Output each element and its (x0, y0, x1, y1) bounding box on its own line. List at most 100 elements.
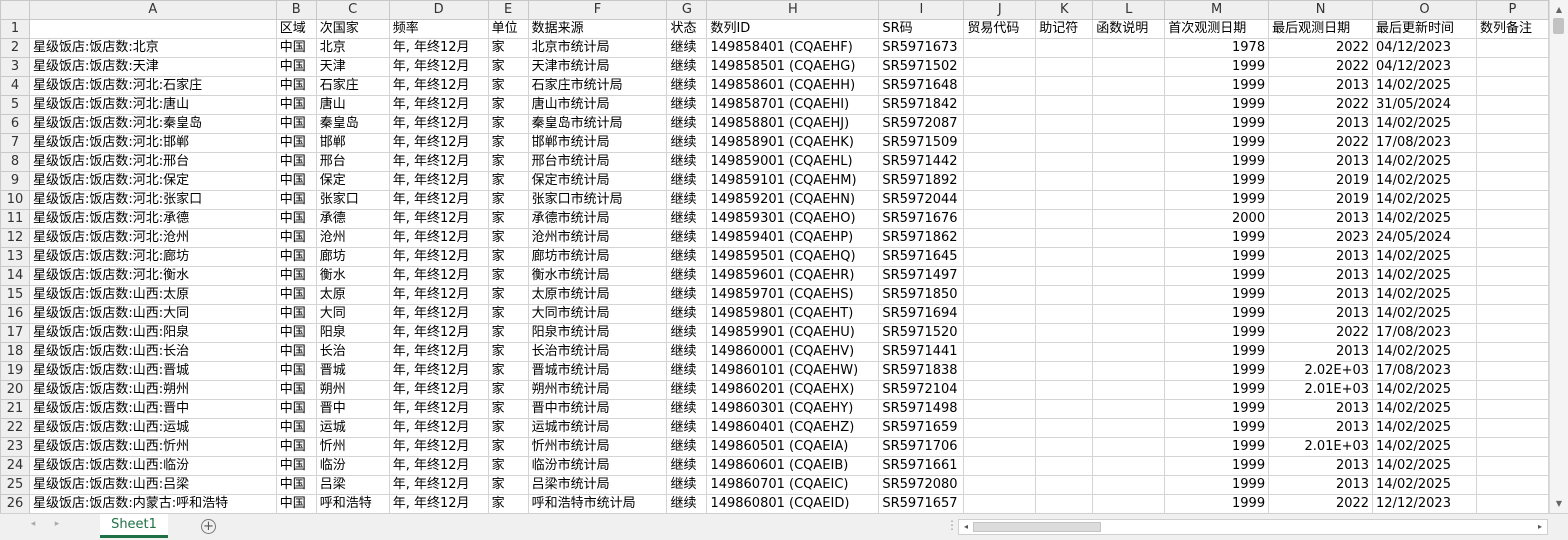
cell[interactable]: 继续 (666, 399, 708, 419)
cell[interactable]: 家 (487, 152, 529, 172)
cell[interactable]: 邯郸市统计局 (527, 133, 668, 153)
cell[interactable]: 中国 (275, 266, 317, 286)
cell[interactable]: 04/12/2023 (1372, 38, 1477, 58)
cell[interactable]: 星级饭店:饭店数:山西:晋城 (28, 361, 277, 381)
cell[interactable]: 家 (487, 285, 529, 305)
cell[interactable] (1035, 228, 1094, 248)
cell[interactable]: SR5971659 (878, 418, 965, 438)
cell[interactable]: 1999 (1164, 285, 1270, 305)
cell[interactable]: 149859701 (CQAEHS) (706, 285, 880, 305)
cell[interactable]: 继续 (666, 285, 708, 305)
cell[interactable]: SR5971892 (878, 171, 965, 191)
cell[interactable]: 149860101 (CQAEHW) (706, 361, 880, 381)
column-header-e[interactable]: E (487, 0, 529, 20)
cell[interactable]: 14/02/2025 (1372, 399, 1477, 419)
cell[interactable]: 年, 年终12月 (388, 38, 489, 58)
cell[interactable]: SR5971706 (878, 437, 965, 457)
cell[interactable]: 年, 年终12月 (388, 114, 489, 134)
row-header[interactable]: 26 (0, 494, 30, 513)
cell[interactable]: 衡水 (315, 266, 390, 286)
cell[interactable] (1035, 475, 1094, 495)
header-cell[interactable]: 贸易代码 (963, 19, 1037, 39)
cell[interactable] (1475, 418, 1549, 438)
cell[interactable]: 1999 (1164, 95, 1270, 115)
cell[interactable]: 晋城市统计局 (527, 361, 668, 381)
cell[interactable]: 家 (487, 228, 529, 248)
cell[interactable]: 星级饭店:饭店数:河北:邯郸 (28, 133, 277, 153)
cell[interactable]: 1999 (1164, 152, 1270, 172)
cell[interactable] (1035, 95, 1094, 115)
cell[interactable] (1035, 38, 1094, 58)
cell[interactable]: 2022 (1268, 95, 1374, 115)
cell[interactable]: 1999 (1164, 399, 1270, 419)
cell[interactable]: 2.02E+03 (1268, 361, 1374, 381)
row-header[interactable]: 15 (0, 285, 30, 305)
cell[interactable]: 14/02/2025 (1372, 171, 1477, 191)
cell[interactable]: SR5972044 (878, 190, 965, 210)
cell[interactable]: 2022 (1268, 494, 1374, 513)
cell[interactable] (1035, 190, 1094, 210)
cell[interactable]: 年, 年终12月 (388, 95, 489, 115)
cell[interactable]: 1999 (1164, 418, 1270, 438)
row-header[interactable]: 17 (0, 323, 30, 343)
cell[interactable] (963, 57, 1037, 77)
cell[interactable]: 晋城 (315, 361, 390, 381)
cell[interactable]: 2000 (1164, 209, 1270, 229)
cell[interactable]: 2022 (1268, 133, 1374, 153)
cell[interactable]: 家 (487, 133, 529, 153)
cell[interactable] (1035, 76, 1094, 96)
column-header-i[interactable]: I (878, 0, 965, 20)
cell[interactable] (1092, 323, 1166, 343)
cell[interactable]: 家 (487, 190, 529, 210)
column-header-n[interactable]: N (1268, 0, 1374, 20)
row-header[interactable]: 5 (0, 95, 30, 115)
cell[interactable]: 星级饭店:饭店数:山西:大同 (28, 304, 277, 324)
cell[interactable]: 年, 年终12月 (388, 171, 489, 191)
cell[interactable]: SR5971676 (878, 209, 965, 229)
cell[interactable] (1035, 247, 1094, 267)
cell[interactable]: 长治 (315, 342, 390, 362)
cell[interactable]: SR5971442 (878, 152, 965, 172)
cell[interactable]: 星级饭店:饭店数:河北:保定 (28, 171, 277, 191)
cell[interactable]: 继续 (666, 361, 708, 381)
cell[interactable]: 家 (487, 38, 529, 58)
cell[interactable] (1475, 285, 1549, 305)
cell[interactable]: 2013 (1268, 475, 1374, 495)
row-header[interactable]: 14 (0, 266, 30, 286)
cell[interactable]: 继续 (666, 114, 708, 134)
header-cell[interactable]: 数列ID (706, 19, 880, 39)
cell[interactable]: 年, 年终12月 (388, 247, 489, 267)
cell[interactable]: 149858901 (CQAEHK) (706, 133, 880, 153)
cell[interactable]: 年, 年终12月 (388, 133, 489, 153)
cell[interactable]: 运城 (315, 418, 390, 438)
cell[interactable]: 中国 (275, 228, 317, 248)
cell[interactable]: 17/08/2023 (1372, 133, 1477, 153)
cell[interactable]: 忻州市统计局 (527, 437, 668, 457)
cell[interactable]: 14/02/2025 (1372, 114, 1477, 134)
cell[interactable]: 北京 (315, 38, 390, 58)
cell[interactable] (1035, 399, 1094, 419)
cell[interactable]: SR5971509 (878, 133, 965, 153)
cell[interactable] (1092, 361, 1166, 381)
cell[interactable]: 中国 (275, 285, 317, 305)
cell[interactable]: 太原市统计局 (527, 285, 668, 305)
cell[interactable]: 中国 (275, 323, 317, 343)
cell[interactable]: 149860601 (CQAEIB) (706, 456, 880, 476)
cell[interactable]: 2022 (1268, 38, 1374, 58)
cell[interactable]: 星级饭店:饭店数:河北:廊坊 (28, 247, 277, 267)
cell[interactable] (1092, 494, 1166, 513)
cell[interactable] (1035, 361, 1094, 381)
sheet-tab[interactable]: Sheet1 (100, 514, 168, 538)
cell[interactable] (1475, 114, 1549, 134)
cell[interactable]: 年, 年终12月 (388, 266, 489, 286)
cell[interactable] (1035, 152, 1094, 172)
header-cell[interactable]: 数据来源 (527, 19, 668, 39)
cell[interactable]: 继续 (666, 152, 708, 172)
cell[interactable] (963, 228, 1037, 248)
cell[interactable]: 年, 年终12月 (388, 437, 489, 457)
cell[interactable]: 14/02/2025 (1372, 437, 1477, 457)
cell[interactable]: 临汾市统计局 (527, 456, 668, 476)
cell[interactable]: 继续 (666, 456, 708, 476)
cell[interactable] (963, 323, 1037, 343)
cell[interactable]: 2013 (1268, 209, 1374, 229)
